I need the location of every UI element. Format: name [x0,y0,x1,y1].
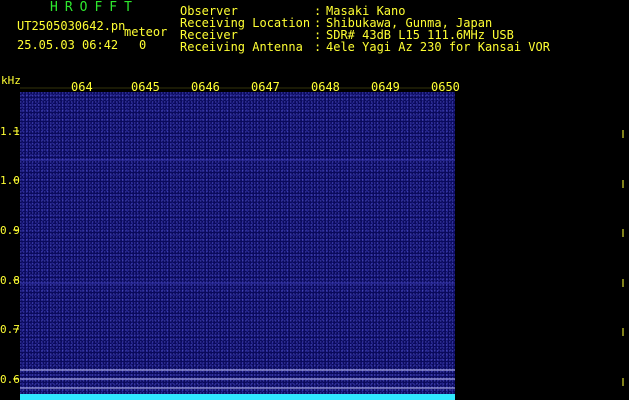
reference-lines [20,369,455,389]
signal-level-strip [20,394,455,400]
spectrogram-overlay [13,87,624,400]
carrier-lines [20,159,455,284]
left-ticks [13,130,19,380]
